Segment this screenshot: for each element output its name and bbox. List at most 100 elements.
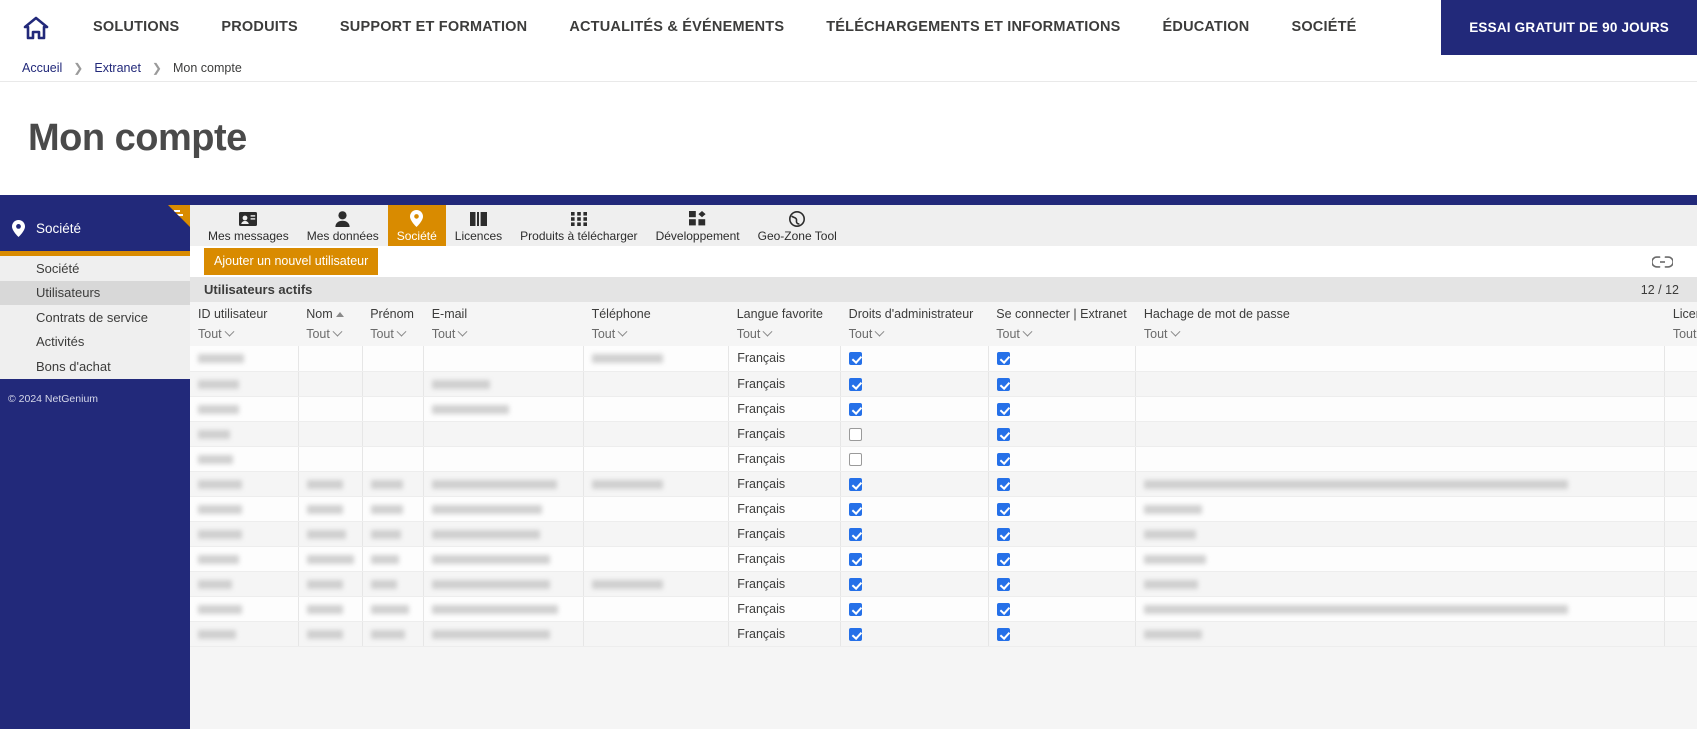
redacted-value: [432, 554, 551, 564]
table-row[interactable]: Français: [190, 396, 1697, 422]
column-header-langue[interactable]: Langue favorite: [728, 302, 841, 324]
checkbox-checked-icon[interactable]: [996, 352, 1010, 366]
link-icon[interactable]: [1652, 255, 1673, 268]
checkbox-checked-icon[interactable]: [996, 477, 1010, 491]
tab-mes-messages[interactable]: Mes messages: [199, 205, 298, 246]
redacted-value: [198, 354, 244, 364]
sidebar-item-bons[interactable]: Bons d'achat: [0, 354, 190, 379]
checkbox-checked-icon[interactable]: [996, 452, 1010, 466]
checkbox-checked-icon[interactable]: [849, 552, 863, 566]
menu-flag-icon[interactable]: [168, 205, 190, 227]
redacted-value: [592, 579, 664, 589]
tab-produits-a-telecharger[interactable]: Produits à télécharger: [511, 205, 646, 246]
top-nav-item-telechargements[interactable]: TÉLÉCHARGEMENTS ET INFORMATIONS: [805, 0, 1141, 55]
checkbox-checked-icon[interactable]: [849, 577, 863, 591]
checkbox-checked-icon[interactable]: [996, 577, 1010, 591]
column-filter-label: Tout: [431, 327, 456, 341]
cell-prenom-redacted: [362, 371, 425, 397]
table-row[interactable]: Français: [190, 496, 1697, 522]
column-filter-lic_res[interactable]: Tout: [1664, 324, 1697, 346]
checkbox-checked-icon[interactable]: [996, 427, 1010, 441]
sidebar-item-societe[interactable]: Société: [0, 256, 190, 281]
column-filter-id[interactable]: Tout: [190, 324, 299, 346]
sidebar-item-contrats[interactable]: Contrats de service: [0, 305, 190, 330]
checkbox-checked-icon[interactable]: [996, 402, 1010, 416]
table-row[interactable]: Français: [190, 471, 1697, 497]
sidebar-item-activites[interactable]: Activités: [0, 330, 190, 355]
checkbox-unchecked-icon[interactable]: [849, 427, 863, 441]
checkbox-checked-icon[interactable]: [996, 502, 1010, 516]
blocks-icon: [689, 208, 706, 229]
checkbox-checked-icon[interactable]: [849, 502, 863, 516]
checkbox-checked-icon[interactable]: [849, 402, 863, 416]
checkbox-checked-icon[interactable]: [996, 602, 1010, 616]
top-nav-item-education[interactable]: ÉDUCATION: [1142, 0, 1271, 55]
checkbox-checked-icon[interactable]: [996, 627, 1010, 641]
table-row[interactable]: Français: [190, 546, 1697, 572]
checkbox-checked-icon[interactable]: [996, 377, 1010, 391]
column-filter-prenom[interactable]: Tout: [362, 324, 424, 346]
sidebar-item-utilisateurs[interactable]: Utilisateurs: [0, 280, 201, 305]
table-row[interactable]: Français: [190, 621, 1697, 647]
top-nav-item-solutions[interactable]: SOLUTIONS: [72, 0, 200, 55]
column-filter-hash[interactable]: Tout: [1135, 324, 1665, 346]
checkbox-checked-icon[interactable]: [849, 377, 863, 391]
cell-prenom-redacted: [362, 346, 425, 372]
top-nav-item-produits[interactable]: PRODUITS: [200, 0, 319, 55]
grid-scroll-area[interactable]: ID utilisateur Nom Prénom E-mail Téléphone La…: [190, 302, 1697, 729]
tab-mes-donnees[interactable]: Mes données: [298, 205, 388, 246]
column-header-hash[interactable]: Hachage de mot de passe: [1135, 302, 1665, 324]
checkbox-checked-icon[interactable]: [996, 552, 1010, 566]
column-filter-langue[interactable]: Tout: [728, 324, 841, 346]
column-filter-tel[interactable]: Tout: [583, 324, 729, 346]
column-header-id[interactable]: ID utilisateur: [190, 302, 299, 324]
column-header-connect[interactable]: Se connecter | Extranet: [988, 302, 1136, 324]
chevron-down-icon: [762, 326, 773, 337]
column-header-email[interactable]: E-mail: [423, 302, 584, 324]
column-filter-connect[interactable]: Tout: [988, 324, 1136, 346]
top-nav-item-actualites[interactable]: ACTUALITÉS & ÉVÉNEMENTS: [548, 0, 805, 55]
tab-developpement[interactable]: Développement: [647, 205, 749, 246]
cell-checkbox-connect: [988, 621, 1137, 647]
cell-hash-redacted: [1135, 446, 1666, 472]
tab-societe[interactable]: Société: [387, 205, 446, 246]
redacted-value: [306, 479, 343, 489]
home-link[interactable]: [0, 0, 72, 55]
column-header-tel[interactable]: Téléphone: [583, 302, 729, 324]
cell-nom-redacted: [298, 421, 363, 447]
cell-langue-favorite: Français: [728, 346, 842, 372]
column-header-prenom[interactable]: Prénom: [362, 302, 424, 324]
table-row[interactable]: Français: [190, 346, 1697, 372]
redacted-value: [198, 379, 239, 389]
column-filter-nom[interactable]: Tout: [298, 324, 363, 346]
column-header-admin[interactable]: Droits d'administrateur: [840, 302, 989, 324]
checkbox-checked-icon[interactable]: [849, 527, 863, 541]
table-row[interactable]: Français: [190, 446, 1697, 472]
tab-licences[interactable]: Licences: [446, 205, 511, 246]
top-nav-item-societe[interactable]: SOCIÉTÉ: [1270, 0, 1377, 55]
checkbox-checked-icon[interactable]: [849, 627, 863, 641]
cell-checkbox-admin: [840, 546, 989, 572]
free-trial-button[interactable]: ESSAI GRATUIT DE 90 JOURS: [1441, 0, 1697, 55]
table-row[interactable]: Français: [190, 571, 1697, 597]
table-row[interactable]: Français: [190, 521, 1697, 547]
breadcrumb-item-extranet[interactable]: Extranet: [94, 61, 141, 75]
table-row[interactable]: Français: [190, 371, 1697, 397]
column-filter-admin[interactable]: Tout: [840, 324, 989, 346]
grid-squares-icon: [570, 208, 587, 229]
tab-geo-zone-tool[interactable]: Geo-Zone Tool: [749, 205, 846, 246]
sidebar-header[interactable]: Société: [0, 205, 190, 251]
column-filter-email[interactable]: Tout: [423, 324, 584, 346]
add-user-button[interactable]: Ajouter un nouvel utilisateur: [204, 248, 379, 275]
table-row[interactable]: Français: [190, 421, 1697, 447]
column-header-nom[interactable]: Nom: [298, 302, 363, 324]
table-row[interactable]: Français: [190, 596, 1697, 622]
checkbox-checked-icon[interactable]: [849, 477, 863, 491]
top-nav-item-support[interactable]: SUPPORT ET FORMATION: [319, 0, 548, 55]
checkbox-unchecked-icon[interactable]: [849, 452, 863, 466]
checkbox-checked-icon[interactable]: [849, 352, 863, 366]
breadcrumb-item-accueil[interactable]: Accueil: [22, 61, 62, 75]
checkbox-checked-icon[interactable]: [849, 602, 863, 616]
column-header-lic_res[interactable]: Licences réservées: [1664, 302, 1697, 324]
checkbox-checked-icon[interactable]: [996, 527, 1010, 541]
